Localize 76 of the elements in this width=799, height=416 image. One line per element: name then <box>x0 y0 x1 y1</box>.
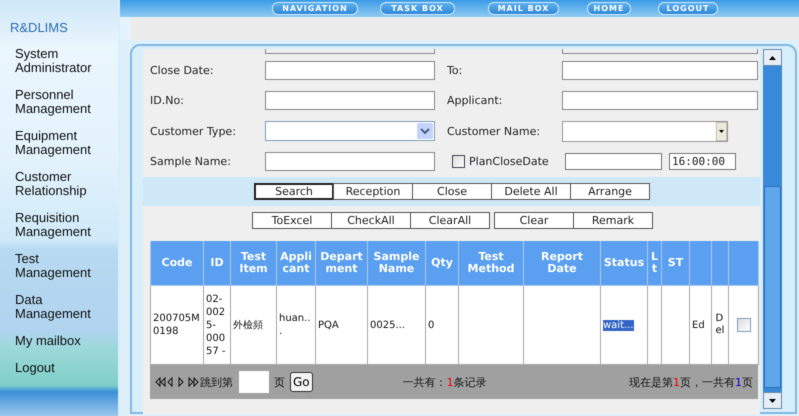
dropdown[interactable] <box>265 121 435 142</box>
input-field[interactable] <box>562 91 758 110</box>
column-header: Sample Name <box>368 241 426 286</box>
input-field[interactable] <box>265 60 435 80</box>
record-count: 一共有：1条记录 <box>402 374 487 390</box>
table-cell: 200705M0198 <box>153 313 200 337</box>
table-cell: wait... <box>603 320 634 330</box>
column-header: Applicant <box>276 241 316 286</box>
scroll-down-button[interactable] <box>763 392 782 409</box>
down-arrow-icon[interactable] <box>769 398 776 402</box>
field-label: Customer Type: <box>149 124 237 138</box>
action-button[interactable]: Clear <box>494 212 574 229</box>
scrollbar[interactable] <box>763 49 782 409</box>
column-header: Department <box>316 241 368 286</box>
sidebar-item[interactable]: Data Management <box>15 293 110 321</box>
sidebar-item[interactable]: Test Management <box>15 252 110 280</box>
field-label: Applicant: <box>447 94 504 108</box>
action-button[interactable]: Delete All <box>491 183 571 200</box>
action-button[interactable]: CheckAll <box>331 212 411 229</box>
action-button[interactable]: Search <box>254 183 334 200</box>
table-cell: 外檢頻 <box>233 320 263 330</box>
column-header: Test Method <box>458 241 524 286</box>
table-cell: PQA <box>318 320 339 330</box>
page-input[interactable] <box>239 371 269 393</box>
sidebar-item[interactable]: Equipment Management <box>15 129 110 157</box>
sidebar-item[interactable]: Customer Relationship <box>15 170 110 198</box>
input-field[interactable] <box>265 91 435 110</box>
field-label: Close Date: <box>149 64 214 77</box>
scroll-up-button[interactable] <box>763 49 782 66</box>
first-page-icon[interactable] <box>155 376 166 388</box>
sidebar-item[interactable]: Requisition Management <box>15 211 110 239</box>
time-field[interactable]: 16:00:00 <box>669 153 736 170</box>
column-header: ST <box>662 241 690 286</box>
checkbox[interactable] <box>736 318 750 332</box>
checkbox-label: PlanCloseDate <box>469 155 550 168</box>
field-label: ID.No: <box>149 94 185 108</box>
page-position: 现在是第1页，一共有1页 <box>629 374 753 390</box>
sidebar-item[interactable]: Personnel Management <box>15 88 110 116</box>
checkbox[interactable] <box>452 155 465 168</box>
input-field[interactable] <box>562 49 758 54</box>
column-header: Report Date <box>524 241 600 286</box>
sidebar-item[interactable]: My mailbox <box>15 334 110 348</box>
table-cell: 0 <box>428 320 434 330</box>
page-unit-label: 页 <box>274 374 285 390</box>
column-header: Test Item <box>230 241 276 286</box>
sidebar-item[interactable]: Logout <box>15 361 110 375</box>
action-button[interactable]: Reception <box>333 183 413 200</box>
action-button[interactable]: ClearAll <box>410 212 490 229</box>
column-header: Status <box>600 241 648 286</box>
column-header: Lt <box>648 241 662 286</box>
sidebar-item[interactable]: System Administrator <box>15 47 110 75</box>
up-arrow-icon[interactable] <box>769 56 776 60</box>
table-cell: Ed <box>692 320 705 330</box>
field-label: Customer Name: <box>447 124 542 138</box>
table-cell: Del <box>716 313 724 337</box>
column-header: Qty <box>426 241 458 286</box>
action-button[interactable]: Close <box>412 183 492 200</box>
last-page-icon[interactable] <box>188 376 199 388</box>
app-logo: R&DLIMS <box>10 20 68 35</box>
input-field[interactable] <box>562 60 758 80</box>
input-field[interactable] <box>265 49 435 54</box>
input-field[interactable] <box>265 152 435 172</box>
column-header: ID <box>204 241 230 286</box>
go-button[interactable]: Go <box>290 372 313 392</box>
table-cell: 02-0025-00057 - <box>206 294 226 356</box>
action-button[interactable]: ToExcel <box>252 212 332 229</box>
date-field[interactable] <box>565 153 662 170</box>
table-cell: 0025... <box>370 320 405 330</box>
column-header: Code <box>150 241 204 286</box>
action-button[interactable]: Arrange <box>570 183 650 200</box>
table-cell: huan... <box>279 313 310 337</box>
dropdown-arrow-icon[interactable] <box>716 122 727 141</box>
field-label: Sample Name: <box>149 155 232 168</box>
action-button[interactable]: Remark <box>573 212 653 229</box>
jump-label: 跳到第 <box>200 374 233 390</box>
field-label: To: <box>447 64 464 77</box>
